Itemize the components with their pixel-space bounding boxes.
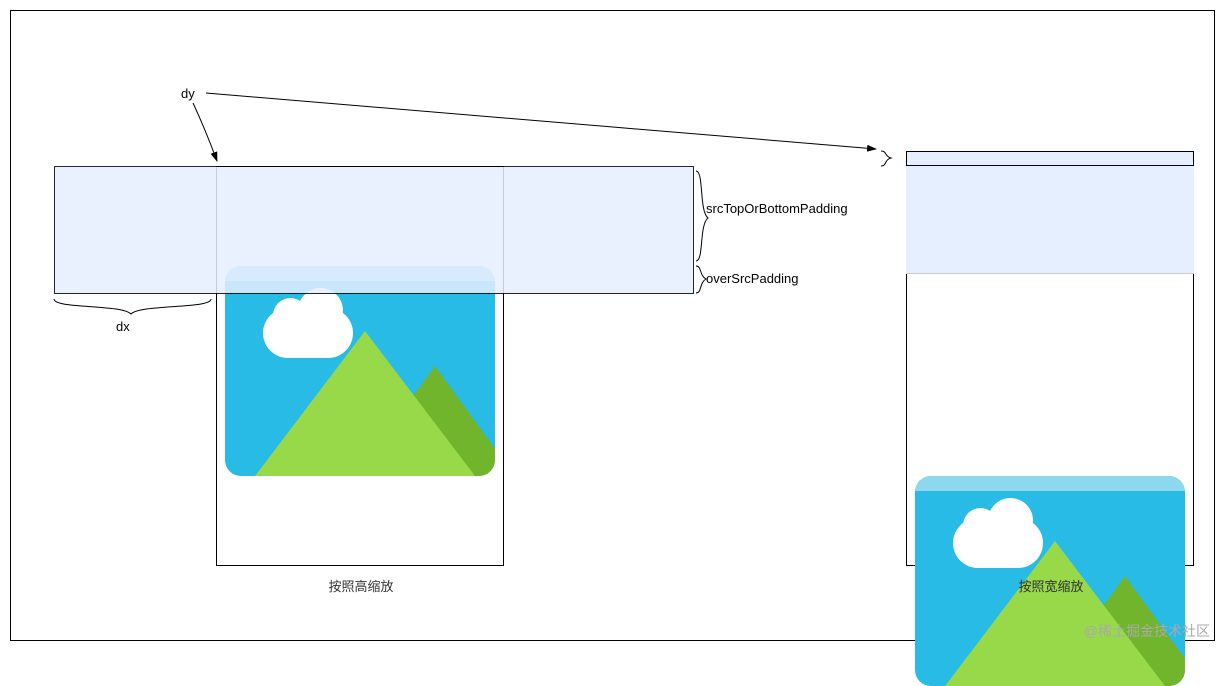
dy-label: dy: [181, 86, 195, 101]
mountain-front-icon: [945, 541, 1165, 686]
over-src-padding-label: overSrcPadding: [706, 271, 799, 286]
left-wide-overlay: [54, 166, 694, 294]
left-caption: 按照高缩放: [311, 576, 411, 595]
mountain-front-icon: [255, 331, 475, 476]
right-overlay-main: [906, 166, 1194, 274]
right-caption: 按照宽缩放: [1001, 576, 1101, 595]
diagram-canvas: dy dx srcTopOrBottomPadding overSrcPaddi…: [10, 10, 1215, 641]
sky-light-band: [915, 476, 1185, 491]
watermark: @稀土掘金技术社区: [1084, 621, 1210, 641]
image-placeholder-left: [225, 266, 495, 476]
right-overlay-top: [906, 151, 1194, 166]
src-padding-label: srcTopOrBottomPadding: [706, 201, 848, 216]
dx-label: dx: [116, 319, 130, 334]
